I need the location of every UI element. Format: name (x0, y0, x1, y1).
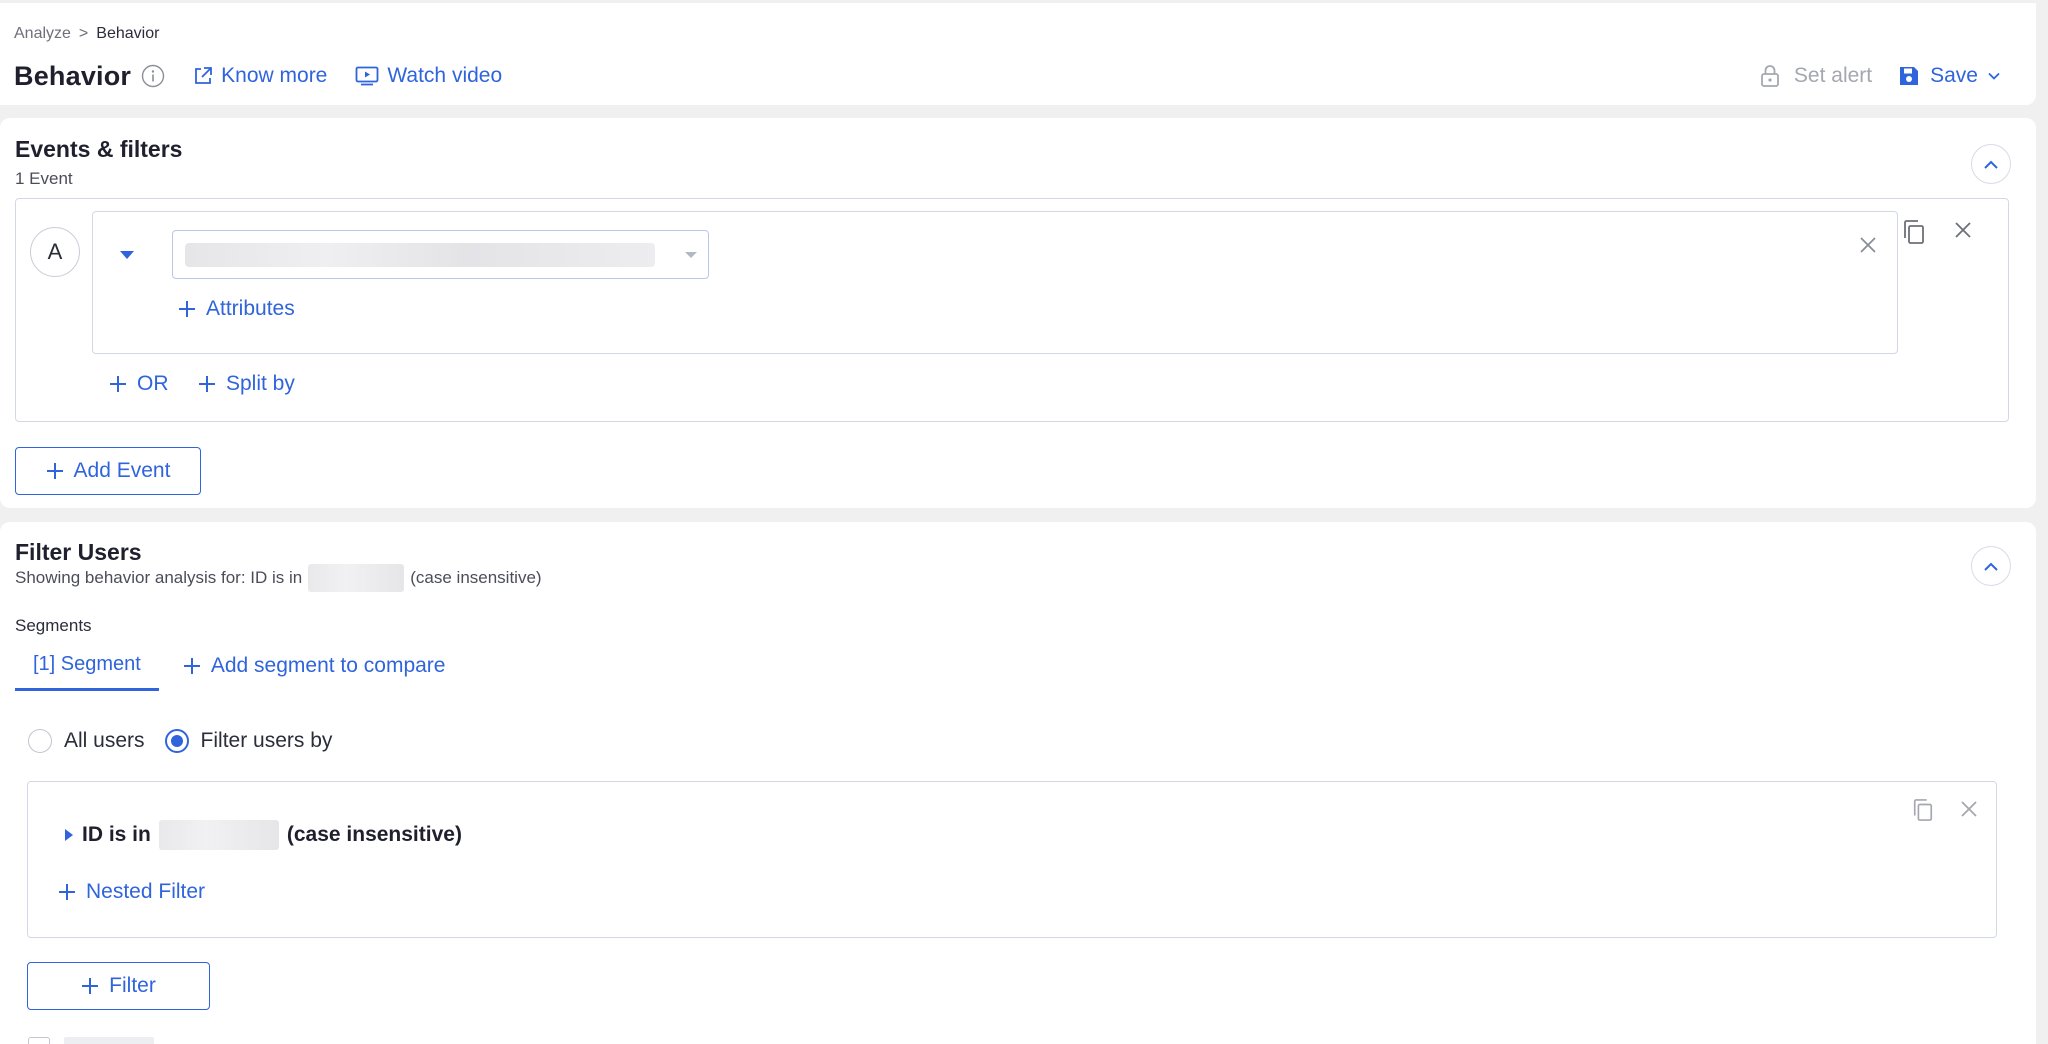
duplicate-event-icon[interactable] (1902, 219, 1926, 245)
remove-event-icon[interactable] (1954, 221, 1972, 239)
info-icon[interactable] (141, 64, 165, 88)
save-label: Save (1930, 64, 1978, 87)
checkbox-label (64, 1037, 154, 1044)
add-segment-compare-link[interactable]: Add segment to compare (183, 646, 446, 691)
collapse-filter-button[interactable] (1971, 546, 2011, 586)
events-filters-section: Events & filters 1 Event A Attributes OR… (0, 118, 2036, 508)
split-by-label: Split by (226, 372, 295, 395)
plus-icon (46, 462, 64, 480)
lock-icon (1760, 64, 1780, 88)
page-header: Analyze > Behavior Behavior Know more Wa… (0, 3, 2036, 105)
external-link-icon (193, 66, 213, 86)
plus-icon (183, 657, 201, 675)
redacted-event-name (185, 243, 655, 267)
set-alert-button[interactable]: Set alert (1760, 64, 1872, 88)
set-alert-label: Set alert (1793, 64, 1873, 87)
event-condition-box: Attributes (92, 211, 1898, 354)
remove-filter-icon[interactable] (1960, 800, 1978, 818)
add-filter-button[interactable]: Filter (27, 962, 210, 1010)
filter-users-title: Filter Users (15, 539, 142, 565)
segment-filter-box: ID is in (case insensitive) Nested Filte… (27, 781, 1997, 938)
summary-prefix: Showing behavior analysis for: ID is in (15, 568, 303, 587)
split-by-link[interactable]: Split by (198, 372, 295, 396)
plus-icon (109, 375, 127, 393)
save-button[interactable]: Save (1898, 64, 2000, 88)
save-icon (1898, 65, 1920, 87)
radio-filter-users-label: Filter users by (200, 729, 333, 752)
add-attributes-link[interactable]: Attributes (178, 297, 295, 321)
plus-icon (81, 977, 99, 995)
radio-filter-users-by[interactable] (164, 729, 189, 753)
nested-filter-label: Nested Filter (86, 880, 206, 903)
tab-segment-1[interactable]: [1] Segment (15, 646, 159, 691)
filter-expr-prefix: ID is in (82, 823, 151, 846)
watch-video-label: Watch video (387, 64, 503, 87)
select-caret-icon (684, 251, 698, 259)
filter-expr-suffix: (case insensitive) (286, 823, 462, 846)
page-title: Behavior (14, 60, 132, 91)
duplicate-filter-icon[interactable] (1912, 798, 1934, 822)
chevron-up-icon (1984, 562, 1998, 571)
breadcrumb-separator: > (78, 25, 89, 42)
summary-suffix: (case insensitive) (410, 568, 542, 587)
chevron-down-icon (1988, 72, 2000, 80)
filter-summary: Showing behavior analysis for: ID is in … (15, 564, 542, 592)
plus-icon (198, 375, 216, 393)
or-label: OR (137, 372, 169, 395)
nested-filter-link[interactable]: Nested Filter (58, 880, 205, 904)
breadcrumb-analyze[interactable]: Analyze (14, 25, 71, 43)
attributes-label: Attributes (206, 297, 295, 320)
add-segment-label: Add segment to compare (210, 653, 446, 677)
checkbox[interactable] (28, 1037, 50, 1044)
events-section-title: Events & filters (15, 136, 183, 162)
know-more-label: Know more (221, 64, 328, 87)
know-more-link[interactable]: Know more (193, 64, 327, 88)
event-a-card: A Attributes OR Split by (15, 198, 2009, 422)
watch-video-link[interactable]: Watch video (355, 64, 502, 88)
plus-icon (178, 300, 196, 318)
user-scope-radio-group: All users Filter users by (28, 729, 332, 753)
chevron-up-icon (1984, 160, 1998, 169)
event-select-dropdown[interactable] (172, 230, 709, 279)
event-badge: A (30, 227, 80, 277)
redacted-id-values (308, 564, 405, 592)
caret-right-icon[interactable] (64, 828, 74, 842)
add-event-label: Add Event (73, 459, 171, 482)
filter-button-label: Filter (109, 974, 156, 997)
add-or-link[interactable]: OR (109, 372, 169, 396)
caret-down-icon[interactable] (119, 250, 135, 260)
event-count: 1 Event (15, 169, 73, 188)
add-event-button[interactable]: Add Event (15, 447, 201, 495)
radio-all-users[interactable] (28, 729, 52, 753)
redacted-filter-values (158, 820, 279, 850)
breadcrumb: Analyze > Behavior (14, 25, 159, 43)
segment-tabs: [1] Segment Add segment to compare (15, 646, 445, 691)
filter-condition[interactable]: ID is in (case insensitive) (64, 820, 462, 850)
filter-users-section: Filter Users Showing behavior analysis f… (0, 522, 2036, 1044)
segments-label: Segments (15, 616, 92, 635)
radio-all-users-label: All users (64, 729, 145, 752)
collapse-events-button[interactable] (1971, 144, 2011, 184)
breadcrumb-current: Behavior (96, 25, 160, 42)
remove-condition-icon[interactable] (1859, 236, 1877, 254)
plus-icon (58, 883, 76, 901)
video-icon (355, 66, 379, 86)
